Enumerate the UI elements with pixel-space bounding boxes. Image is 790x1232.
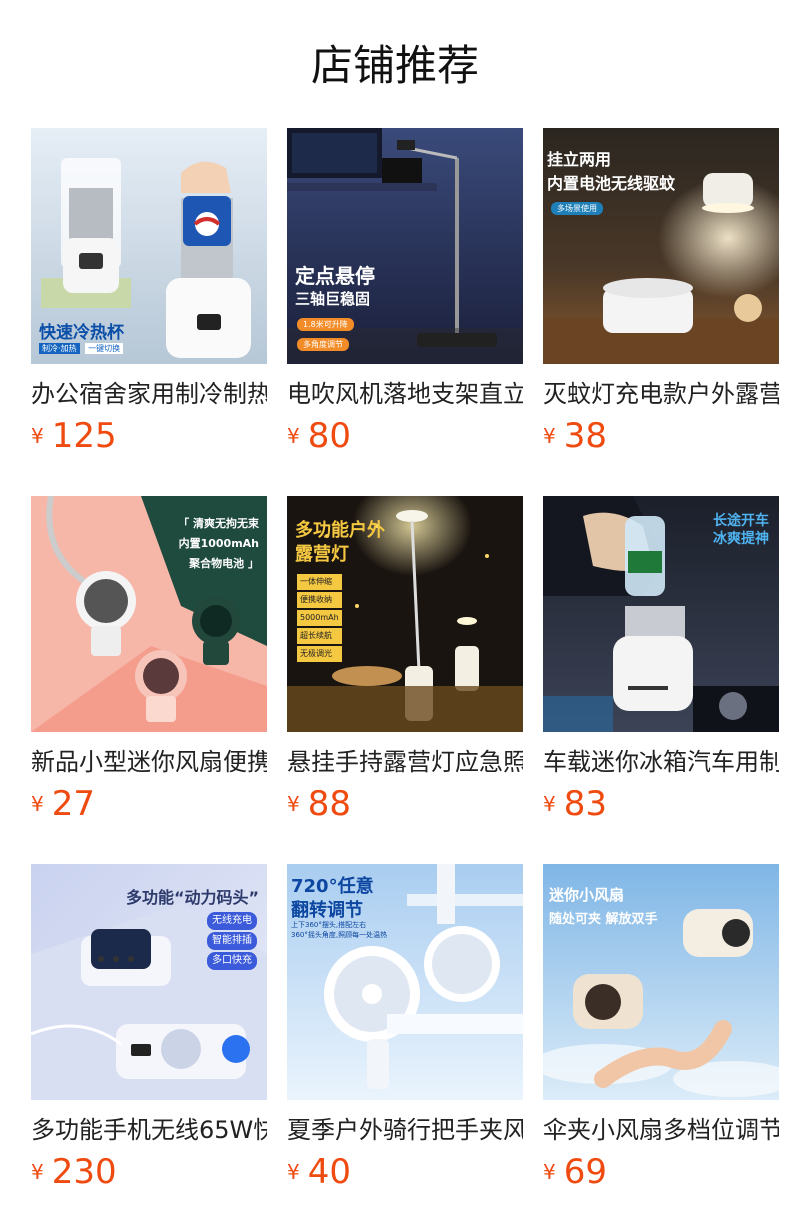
overlay-tag: 超长续航: [297, 628, 342, 644]
overlay-headline: 多功能户外: [295, 520, 385, 541]
product-name[interactable]: 多功能手机无线65W快充: [31, 1114, 267, 1146]
product-price: ¥38: [543, 416, 607, 460]
overlay-line: 「 清爽无拘无束: [178, 517, 259, 530]
overlay-headline: 长途开车: [713, 513, 769, 529]
product-name[interactable]: 新品小型迷你风扇便携: [31, 746, 267, 778]
product-price: ¥230: [31, 1152, 117, 1196]
price-value: 69: [563, 1152, 607, 1192]
product-card[interactable]: 长途开车 冰爽提神 车载迷你冰箱汽车用制冷 ¥83: [543, 496, 779, 826]
price-value: 230: [51, 1152, 117, 1192]
currency-symbol: ¥: [287, 424, 300, 448]
overlay-tag: 5000mAh: [297, 610, 342, 626]
overlay-lines: 上下360°摆头,搭配左右 360°摇头角度,照顾每一处温热: [291, 920, 387, 940]
product-image[interactable]: 快速冷热杯 制冷·加热 一键切换: [31, 128, 267, 364]
product-name[interactable]: 悬挂手持露营灯应急照明: [287, 746, 523, 778]
product-price: ¥69: [543, 1152, 607, 1196]
product-price: ¥125: [31, 416, 117, 460]
overlay-line: 360°摇头角度,照顾每一处温热: [291, 931, 388, 939]
currency-symbol: ¥: [287, 1160, 300, 1184]
product-name[interactable]: 夏季户外骑行把手夹风扇: [287, 1114, 523, 1146]
product-image[interactable]: 多功能“动力码头” 无线充电 智能排插 多口快充: [31, 864, 267, 1100]
product-card[interactable]: 多功能户外 露营灯 一体伸缩 便携收纳 5000mAh 超长续航 无极调光 悬挂…: [287, 496, 523, 826]
currency-symbol: ¥: [543, 424, 556, 448]
currency-symbol: ¥: [287, 792, 300, 816]
product-price: ¥83: [543, 784, 607, 828]
product-price: ¥88: [287, 784, 351, 828]
price-value: 80: [307, 416, 351, 456]
overlay-lines: 「 清爽无拘无束 内置1000mAh 聚合物电池 」: [178, 514, 259, 574]
product-name[interactable]: 办公宿舍家用制冷制热: [31, 378, 267, 410]
overlay-headline: 快速冷热杯: [39, 323, 124, 343]
overlay-headline: 720°任意: [291, 876, 374, 897]
overlay-line: 内置1000mAh: [178, 537, 259, 550]
product-image[interactable]: 720°任意 翻转调节 上下360°摆头,搭配左右 360°摇头角度,照顾每一处…: [287, 864, 523, 1100]
overlay-tag: 无线充电: [207, 912, 257, 930]
overlay-tag: 一键切换: [85, 343, 124, 354]
product-card[interactable]: 定点悬停 三轴巨稳固 1.8米可升降 多角度调节 电吹风机落地支架直立 ¥80: [287, 128, 523, 458]
overlay-tags: 一体伸缩 便携收纳 5000mAh 超长续航 无极调光: [297, 574, 342, 662]
product-name[interactable]: 车载迷你冰箱汽车用制冷: [543, 746, 779, 778]
overlay-line: 聚合物电池 」: [189, 557, 259, 570]
currency-symbol: ¥: [31, 424, 44, 448]
overlay-tag: 多场景使用: [551, 202, 603, 215]
overlay-headline: 挂立两用: [547, 150, 612, 169]
price-value: 125: [51, 416, 117, 456]
overlay-headline: 多功能“动力码头”: [125, 888, 259, 907]
price-value: 88: [307, 784, 351, 824]
overlay-subline: 随处可夹 解放双手: [549, 912, 658, 927]
product-price: ¥40: [287, 1152, 351, 1196]
overlay-subline: 内置电池无线驱蚊: [547, 174, 676, 193]
price-value: 27: [51, 784, 95, 824]
overlay-headline: 定点悬停: [295, 264, 375, 288]
currency-symbol: ¥: [31, 1160, 44, 1184]
overlay-tag: 多口快充: [207, 952, 257, 970]
product-image[interactable]: 「 清爽无拘无束 内置1000mAh 聚合物电池 」: [31, 496, 267, 732]
currency-symbol: ¥: [31, 792, 44, 816]
product-card[interactable]: 迷你小风扇 随处可夹 解放双手 伞夹小风扇多档位调节 ¥69: [543, 864, 779, 1194]
product-image[interactable]: 定点悬停 三轴巨稳固 1.8米可升降 多角度调节: [287, 128, 523, 364]
overlay-tag: 制冷·加热: [39, 343, 80, 354]
price-value: 40: [307, 1152, 351, 1192]
product-name[interactable]: 伞夹小风扇多档位调节: [543, 1114, 779, 1146]
currency-symbol: ¥: [543, 792, 556, 816]
product-image[interactable]: 迷你小风扇 随处可夹 解放双手: [543, 864, 779, 1100]
overlay-subline: 冰爽提神: [713, 531, 769, 547]
product-image[interactable]: 多功能户外 露营灯 一体伸缩 便携收纳 5000mAh 超长续航 无极调光: [287, 496, 523, 732]
overlay-line: 上下360°摆头,搭配左右: [291, 921, 367, 929]
product-card[interactable]: 720°任意 翻转调节 上下360°摆头,搭配左右 360°摇头角度,照顾每一处…: [287, 864, 523, 1194]
overlay-tags: 制冷·加热 一键切换: [39, 343, 124, 354]
overlay-tag: 1.8米可升降: [297, 318, 354, 331]
overlay-headline: 迷你小风扇: [549, 886, 625, 904]
product-grid: 快速冷热杯 制冷·加热 一键切换 办公宿舍家用制冷制热 ¥125 定点悬停 三轴…: [0, 0, 790, 1232]
product-price: ¥27: [31, 784, 95, 828]
product-price: ¥80: [287, 416, 351, 460]
product-card[interactable]: 快速冷热杯 制冷·加热 一键切换 办公宿舍家用制冷制热 ¥125: [31, 128, 267, 458]
overlay-tag: 一体伸缩: [297, 574, 342, 590]
price-value: 83: [563, 784, 607, 824]
overlay-subline: 三轴巨稳固: [295, 290, 371, 308]
currency-symbol: ¥: [543, 1160, 556, 1184]
overlay-tag: 多角度调节: [297, 338, 349, 351]
overlay-subline: 露营灯: [295, 544, 349, 565]
product-name[interactable]: 电吹风机落地支架直立: [287, 378, 523, 410]
product-name[interactable]: 灭蚊灯充电款户外露营: [543, 378, 779, 410]
product-card[interactable]: 挂立两用 内置电池无线驱蚊 多场景使用 灭蚊灯充电款户外露营 ¥38: [543, 128, 779, 458]
overlay-tag: 无极调光: [297, 646, 342, 662]
overlay-tags: 无线充电 智能排插 多口快充: [207, 912, 257, 970]
product-card[interactable]: 多功能“动力码头” 无线充电 智能排插 多口快充 多功能手机无线65W快充 ¥2…: [31, 864, 267, 1194]
overlay-tag: 便携收纳: [297, 592, 342, 608]
price-value: 38: [563, 416, 607, 456]
product-card[interactable]: 「 清爽无拘无束 内置1000mAh 聚合物电池 」 新品小型迷你风扇便携 ¥2…: [31, 496, 267, 826]
overlay-tag: 智能排插: [207, 932, 257, 950]
product-image[interactable]: 挂立两用 内置电池无线驱蚊 多场景使用: [543, 128, 779, 364]
overlay-subline: 翻转调节: [291, 900, 363, 921]
product-image[interactable]: 长途开车 冰爽提神: [543, 496, 779, 732]
